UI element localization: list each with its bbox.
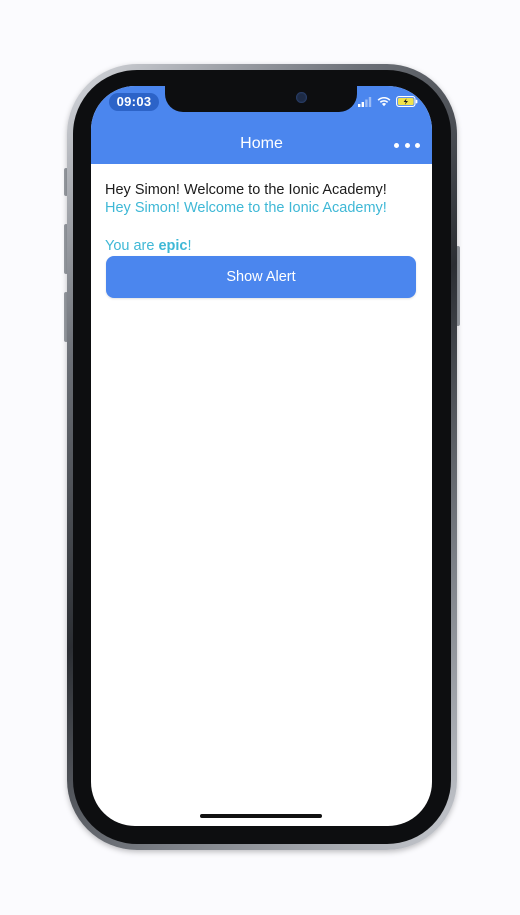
wifi-icon xyxy=(377,97,391,107)
greeting-text: Hey Simon! Welcome to the Ionic Academy! xyxy=(105,182,387,198)
signal-icon xyxy=(358,96,372,107)
ellipsis-dot xyxy=(404,142,410,148)
more-options-button[interactable] xyxy=(394,138,420,152)
status-time: 09:03 xyxy=(109,93,159,111)
status-emphasis: epic xyxy=(158,238,188,254)
stage: 09:03 Home Hey Simon! Welcome to the Ion… xyxy=(0,0,520,915)
content-area: Hey Simon! Welcome to the Ionic Academy!… xyxy=(105,181,420,255)
toolbar: 09:03 Home xyxy=(91,86,432,164)
greeting-text-colored: Hey Simon! Welcome to the Ionic Academy! xyxy=(105,200,387,216)
show-alert-button[interactable]: Show Alert xyxy=(106,256,416,298)
ellipsis-dot xyxy=(415,142,420,148)
status-icons xyxy=(358,96,418,107)
home-indicator[interactable] xyxy=(200,814,322,818)
battery-icon xyxy=(396,96,418,107)
ellipsis-icon xyxy=(394,142,399,148)
status-prefix: You are xyxy=(105,238,159,254)
status-suffix: ! xyxy=(187,238,192,254)
status-line: You are epic! xyxy=(105,237,420,255)
page-title: Home xyxy=(240,135,283,152)
app-screen: 09:03 Home Hey Simon! Welcome to the Ion… xyxy=(91,86,432,826)
notch xyxy=(165,86,357,112)
camera-icon xyxy=(296,92,307,103)
